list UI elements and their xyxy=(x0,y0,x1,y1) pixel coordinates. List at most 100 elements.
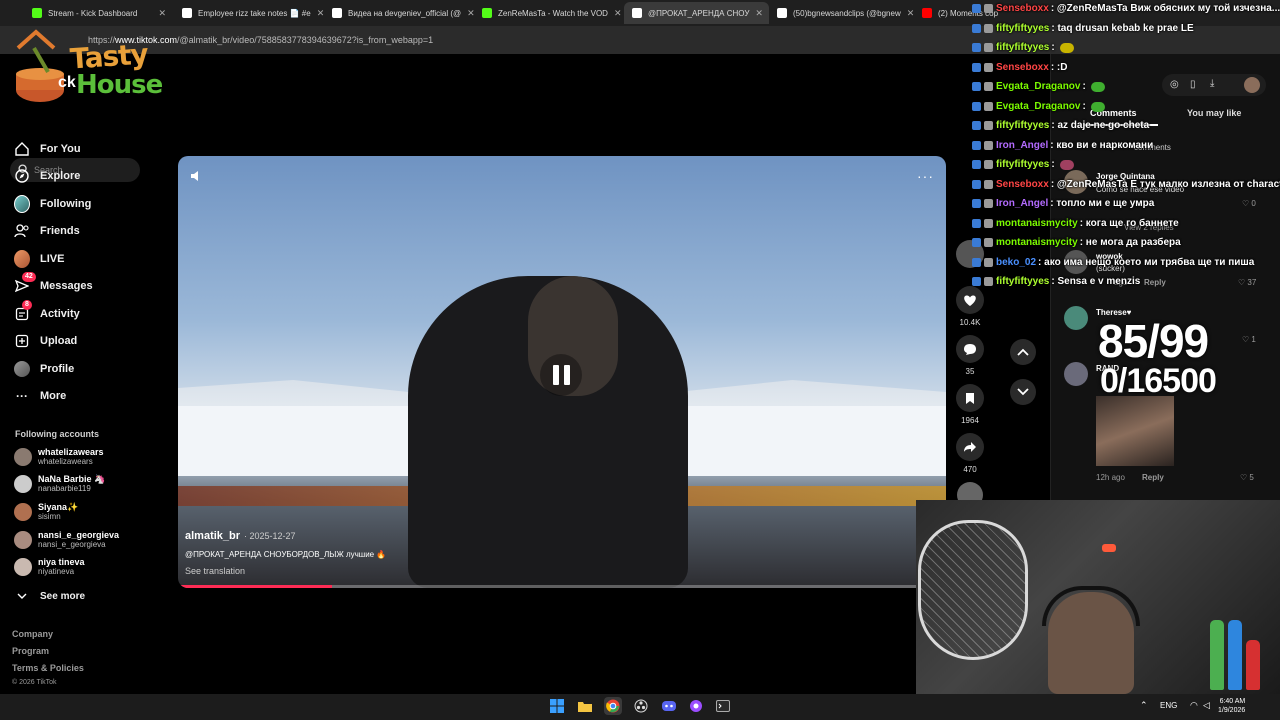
chat-username[interactable]: Evgata_Draganov xyxy=(996,101,1080,112)
comment-like-count[interactable]: ♡ 0 xyxy=(1242,199,1256,208)
language-indicator[interactable]: ENG xyxy=(1160,701,1177,710)
chat-username[interactable]: Senseboxx xyxy=(996,179,1049,190)
obs-icon[interactable] xyxy=(632,697,650,715)
browser-tab[interactable]: Видеа на devgeniev_official (@ ✕ xyxy=(324,2,474,24)
discord-icon[interactable] xyxy=(660,697,678,715)
app-icon[interactable] xyxy=(687,697,705,715)
close-tab-icon[interactable]: ✕ xyxy=(755,8,763,19)
download-icon[interactable]: ⤓ xyxy=(1210,78,1214,89)
chat-emote-icon xyxy=(1059,42,1074,53)
messages-badge: 42 xyxy=(22,272,36,282)
video-caption: @ПРОКАТ_АРЕНДА СНОУБОРДОВ_ЛЫЖ лучшие 🔥 xyxy=(185,550,387,559)
previous-video-button[interactable] xyxy=(1010,339,1036,365)
headset xyxy=(1042,586,1140,626)
like-button[interactable]: 10.4K xyxy=(956,286,984,327)
browser-tab[interactable]: (50)bgnewsandclips (@bgnew ✕ xyxy=(769,2,914,24)
browser-tab[interactable]: ZenReMasTa - Watch the VOD ✕ xyxy=(474,2,624,24)
share-button[interactable]: 470 xyxy=(956,433,984,474)
user-avatar[interactable] xyxy=(1244,77,1260,93)
pause-button[interactable] xyxy=(540,354,582,396)
more-options-icon[interactable]: ··· xyxy=(917,168,934,184)
chat-badge-icon xyxy=(972,102,981,111)
chat-username[interactable]: Iron_Angel xyxy=(996,140,1048,151)
chat-username[interactable]: fiftyfiftyyes xyxy=(996,159,1049,170)
comment-like-count[interactable]: ♡ 1 xyxy=(1242,335,1256,344)
following-account[interactable]: whatelizawears whatelizawears xyxy=(14,447,104,467)
nav-upload[interactable]: Upload xyxy=(14,333,77,349)
avatar[interactable] xyxy=(1064,306,1088,330)
terminal-icon[interactable] xyxy=(714,697,732,715)
footer-company-link[interactable]: Company xyxy=(12,629,53,639)
chat-badge-icon xyxy=(984,24,993,33)
footer-terms-link[interactable]: Terms & Policies xyxy=(12,663,84,673)
nav-live[interactable]: LIVE xyxy=(14,250,64,268)
wifi-icon[interactable]: ◠ xyxy=(1190,700,1198,711)
tray-expand-icon[interactable]: ⌃ xyxy=(1140,700,1148,711)
chat-username[interactable]: fiftyfiftyyes xyxy=(996,276,1049,287)
nav-following[interactable]: Following xyxy=(14,195,91,213)
windows-start-icon[interactable] xyxy=(548,697,566,715)
nav-explore[interactable]: Explore xyxy=(14,168,80,184)
footer-program-link[interactable]: Program xyxy=(12,646,49,656)
chrome-icon[interactable] xyxy=(604,697,622,715)
youtube-icon xyxy=(922,8,932,18)
file-explorer-icon[interactable] xyxy=(576,697,594,715)
see-translation-link[interactable]: See translation xyxy=(185,566,245,576)
nav-messages[interactable]: 42 Messages xyxy=(14,272,93,294)
chat-username[interactable]: montanaismycity xyxy=(996,237,1078,248)
video-author[interactable]: almatik_br xyxy=(185,530,240,542)
chat-username[interactable]: beko_02 xyxy=(996,257,1036,268)
chat-text: : xyxy=(1051,42,1055,53)
see-more-link[interactable]: See more xyxy=(14,588,85,604)
browser-tab[interactable]: Employee rizz take notes 📄 #e ✕ xyxy=(174,2,324,24)
video-player[interactable]: ··· almatik_br · 2025-12-27 @ПРОКАТ_АРЕНД… xyxy=(178,156,946,588)
chat-username[interactable]: Evgata_Draganov xyxy=(996,81,1080,92)
nav-profile[interactable]: Profile xyxy=(14,361,74,377)
chat-username[interactable]: fiftyfiftyyes xyxy=(996,23,1049,34)
volume-icon[interactable] xyxy=(190,170,204,182)
nav-activity[interactable]: 8 Activity xyxy=(14,300,80,322)
hanging-chair xyxy=(918,520,1028,660)
chat-username[interactable]: fiftyfiftyyes xyxy=(996,42,1049,53)
browser-tab-active[interactable]: @ПРОКАТ_АРЕНДА СНОУ ✕ xyxy=(624,2,769,24)
following-account[interactable]: Siyana✨ sisimn xyxy=(14,502,78,522)
comment-like-count[interactable]: ♡ 5 xyxy=(1240,473,1254,482)
system-clock[interactable]: 6:40 AM 1/9/2026 xyxy=(1218,697,1245,715)
tab-you-may-like[interactable]: You may like xyxy=(1187,108,1241,118)
video-progress-bar[interactable] xyxy=(178,585,946,588)
chat-username[interactable]: fiftyfiftyyes xyxy=(996,120,1049,131)
chat-username[interactable]: Senseboxx xyxy=(996,3,1049,14)
reply-link[interactable]: Reply xyxy=(1144,278,1166,287)
following-account[interactable]: nansi_e_georgieva nansi_e_georgieva xyxy=(14,530,119,550)
close-tab-icon[interactable]: ✕ xyxy=(614,8,622,19)
comment-count: 35 xyxy=(965,367,975,376)
save-button[interactable]: 1964 xyxy=(956,384,984,425)
close-tab-icon[interactable]: ✕ xyxy=(907,8,914,19)
comment-button[interactable]: 35 xyxy=(956,335,984,376)
chat-username[interactable]: Senseboxx xyxy=(996,62,1049,73)
reply-link[interactable]: Reply xyxy=(1142,473,1164,482)
nav-friends[interactable]: Friends xyxy=(14,223,80,239)
url-field[interactable]: https://www.tiktok.com/@almatik_br/video… xyxy=(88,32,958,48)
overlay-logo-line2: House xyxy=(76,70,163,100)
nav-more[interactable]: ··· More xyxy=(14,388,66,404)
close-tab-icon[interactable]: ✕ xyxy=(158,8,166,19)
comment-like-count[interactable]: ♡ 37 xyxy=(1238,278,1256,287)
chat-username[interactable]: Iron_Angel xyxy=(996,198,1048,209)
following-account[interactable]: niya tineva niyatineva xyxy=(14,557,85,577)
share-icon xyxy=(956,433,984,461)
chat-username[interactable]: montanaismycity xyxy=(996,218,1078,229)
compass-icon[interactable]: ◎ xyxy=(1170,79,1179,90)
following-account[interactable]: NaNa Barbie 🦄 nanabarbie119 xyxy=(14,474,105,494)
close-tab-icon[interactable]: ✕ xyxy=(467,8,474,19)
next-video-button[interactable] xyxy=(1010,379,1036,405)
chat-message: Iron_Angel: кво ви е наркомани xyxy=(972,140,1153,151)
phone-icon[interactable]: ▯ xyxy=(1190,79,1196,90)
close-tab-icon[interactable]: ✕ xyxy=(317,8,324,19)
chat-badge-icon xyxy=(972,219,981,228)
nav-for-you[interactable]: For You xyxy=(14,141,81,157)
chat-badge-icon xyxy=(984,277,993,286)
volume-tray-icon[interactable]: ◁ xyxy=(1203,700,1210,711)
chat-message: Senseboxx: @ZenReMasTa Виж обясних му то… xyxy=(972,3,1280,14)
avatar[interactable] xyxy=(1064,362,1088,386)
